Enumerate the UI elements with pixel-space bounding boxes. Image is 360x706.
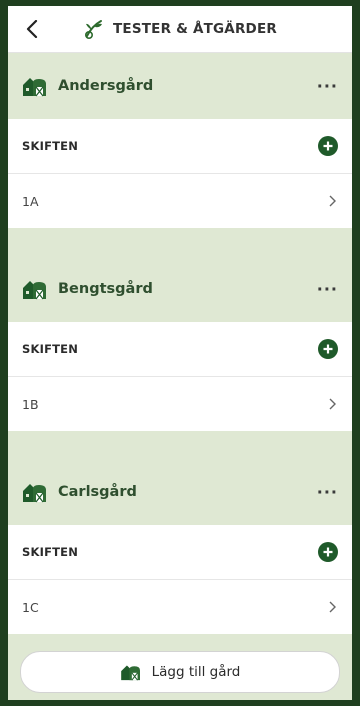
- add-farm-button[interactable]: Lägg till gård: [20, 651, 340, 693]
- chevron-right-icon: [329, 601, 336, 613]
- section-row-skiften: SKIFTEN: [8, 322, 352, 376]
- plant-test-icon: [85, 20, 103, 40]
- more-options-button[interactable]: ···: [317, 483, 338, 502]
- farm-name: Andersgård: [58, 78, 154, 94]
- field-row[interactable]: 1B: [8, 376, 352, 431]
- section-label: SKIFTEN: [22, 545, 79, 559]
- add-field-button[interactable]: [318, 339, 338, 359]
- section-row-skiften: SKIFTEN: [8, 525, 352, 579]
- add-field-button[interactable]: [318, 136, 338, 156]
- chevron-right-icon: [329, 398, 336, 410]
- add-field-button[interactable]: [318, 542, 338, 562]
- farm-icon: [23, 281, 46, 300]
- page-title: TESTER & ÅTGÄRDER: [113, 21, 277, 37]
- field-name: 1C: [22, 599, 39, 615]
- farm-header: Carlsgård ···: [8, 459, 352, 525]
- title-group: TESTER & ÅTGÄRDER: [8, 18, 352, 40]
- farm-icon: [120, 665, 140, 681]
- field-row[interactable]: 1A: [8, 173, 352, 228]
- farm-icon: [23, 484, 46, 503]
- farm-name: Carlsgård: [58, 484, 137, 500]
- farm-header: Andersgård ···: [8, 53, 352, 119]
- farm-header: Bengtsgård ···: [8, 256, 352, 322]
- top-bar: TESTER & ÅTGÄRDER: [8, 6, 352, 53]
- chevron-left-icon: [26, 20, 38, 38]
- more-options-button[interactable]: ···: [317, 280, 338, 299]
- farm-name: Bengtsgård: [58, 281, 153, 297]
- section-row-skiften: SKIFTEN: [8, 119, 352, 173]
- chevron-right-icon: [329, 195, 336, 207]
- plus-icon: [323, 547, 333, 557]
- field-name: 1B: [22, 396, 39, 412]
- back-button[interactable]: [20, 17, 44, 41]
- field-row[interactable]: 1C: [8, 579, 352, 634]
- field-name: 1A: [22, 193, 39, 209]
- app-frame: TESTER & ÅTGÄRDER Andersgård ··· SKIFTEN…: [8, 6, 352, 700]
- section-label: SKIFTEN: [22, 139, 79, 153]
- more-options-button[interactable]: ···: [317, 77, 338, 96]
- farm-icon: [23, 78, 46, 97]
- add-farm-area: Lägg till gård: [8, 644, 352, 700]
- section-label: SKIFTEN: [22, 342, 79, 356]
- add-farm-label: Lägg till gård: [151, 664, 241, 680]
- plus-icon: [323, 344, 333, 354]
- plus-icon: [323, 141, 333, 151]
